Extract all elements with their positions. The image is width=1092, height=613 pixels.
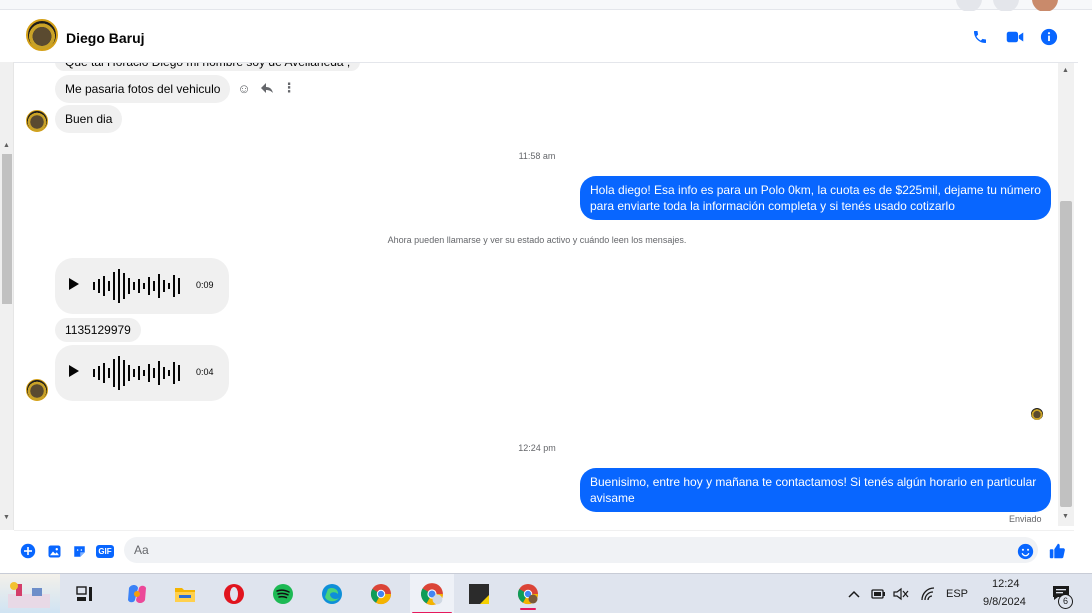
scroll-up-arrow-icon[interactable]: ▲ [1062, 67, 1069, 74]
wifi-icon[interactable] [920, 586, 936, 602]
play-icon[interactable] [69, 365, 79, 377]
scrollbar-thumb[interactable] [1060, 201, 1072, 507]
phone-icon[interactable] [969, 26, 991, 48]
waveform-icon [93, 356, 180, 390]
weather-widget-icon[interactable] [0, 574, 60, 613]
message-bubble-incoming[interactable]: Buen dia [55, 105, 123, 133]
scroll-down-arrow-icon[interactable]: ▼ [3, 514, 10, 521]
chrome-profile-icon[interactable] [509, 578, 547, 610]
plus-icon[interactable] [19, 542, 37, 560]
conversation-pane: Que tal Horacio Diego mi nombre soy de A… [14, 63, 1060, 530]
scroll-down-arrow-icon[interactable]: ▼ [1062, 513, 1069, 520]
spotify-icon[interactable] [264, 578, 302, 610]
opera-browser-icon[interactable] [215, 578, 253, 610]
chat-header: Diego Baruj [14, 11, 1078, 63]
edge-browser-icon[interactable] [313, 578, 351, 610]
chevron-up-icon[interactable] [846, 586, 862, 602]
like-thumbs-up-icon[interactable] [1048, 542, 1066, 560]
gif-label: GIF [96, 544, 114, 558]
input-language[interactable]: ESP [946, 588, 968, 600]
file-explorer-icon[interactable] [166, 578, 204, 610]
info-icon[interactable] [1038, 26, 1060, 48]
messenger-window: ▲ ▼ Diego Baruj Que tal Horacio Diego mi… [0, 0, 1092, 613]
contact-name[interactable]: Diego Baruj [66, 30, 145, 46]
battery-icon[interactable] [870, 586, 886, 602]
voice-message[interactable]: 0:09 [55, 258, 229, 314]
message-status: Enviado [1009, 514, 1042, 524]
emoji-react-icon[interactable]: ☺ [235, 79, 253, 97]
notification-badge: 6 [1058, 594, 1073, 609]
message-bubble-incoming[interactable]: 1135129979 [55, 318, 141, 342]
chrome-profile-icon[interactable] [410, 574, 454, 613]
clock-time[interactable]: 12:24 [992, 578, 1020, 590]
contact-avatar-small[interactable] [26, 110, 48, 132]
chrome-icon[interactable] [362, 578, 400, 610]
contact-avatar[interactable] [26, 19, 58, 51]
read-receipt-avatar [1031, 408, 1043, 420]
message-bubble-outgoing[interactable]: Buenisimo, entre hoy y mañana te contact… [580, 468, 1051, 512]
message-input[interactable] [124, 537, 1038, 563]
top-strip [0, 0, 1092, 12]
system-notice: Ahora pueden llamarse y ver su estado ac… [387, 235, 687, 245]
windows-taskbar: ESP 12:24 9/8/2024 6 [0, 573, 1092, 613]
message-bubble-outgoing[interactable]: Hola diego! Esa info es para un Polo 0km… [580, 176, 1051, 220]
voice-duration: 0:09 [196, 280, 214, 290]
message-bubble-incoming[interactable]: Que tal Horacio Diego mi nombre soy de A… [55, 63, 361, 71]
emoji-icon[interactable] [1016, 542, 1034, 560]
more-options-icon[interactable]: ⋮ [280, 79, 298, 97]
scrollbar-thumb[interactable] [2, 154, 12, 304]
speaker-muted-icon[interactable] [893, 586, 909, 602]
clock-date[interactable]: 9/8/2024 [983, 596, 1026, 608]
voice-message[interactable]: 0:04 [55, 345, 229, 401]
message-bubble-incoming[interactable]: Me pasaria fotos del vehiculo [55, 75, 231, 103]
gif-button[interactable]: GIF [94, 542, 116, 560]
waveform-icon [93, 269, 180, 303]
page-scrollbar[interactable]: ▲ ▼ [0, 62, 14, 530]
timestamp: 12:24 pm [518, 443, 556, 453]
voice-duration: 0:04 [196, 367, 214, 377]
conversation-scrollbar[interactable]: ▲ ▼ [1058, 63, 1074, 526]
play-icon[interactable] [69, 278, 79, 290]
task-view-icon[interactable] [66, 578, 104, 610]
reply-icon[interactable] [258, 79, 276, 97]
sticker-icon[interactable] [70, 542, 88, 560]
video-camera-icon[interactable] [1004, 26, 1026, 48]
copilot-icon[interactable] [118, 578, 156, 610]
timestamp: 11:58 am [518, 151, 556, 161]
sticky-notes-icon[interactable] [460, 578, 498, 610]
scroll-up-arrow-icon[interactable]: ▲ [3, 142, 10, 149]
contact-avatar-small[interactable] [26, 379, 48, 401]
gallery-icon[interactable] [45, 542, 63, 560]
composer: GIF [14, 530, 1074, 570]
